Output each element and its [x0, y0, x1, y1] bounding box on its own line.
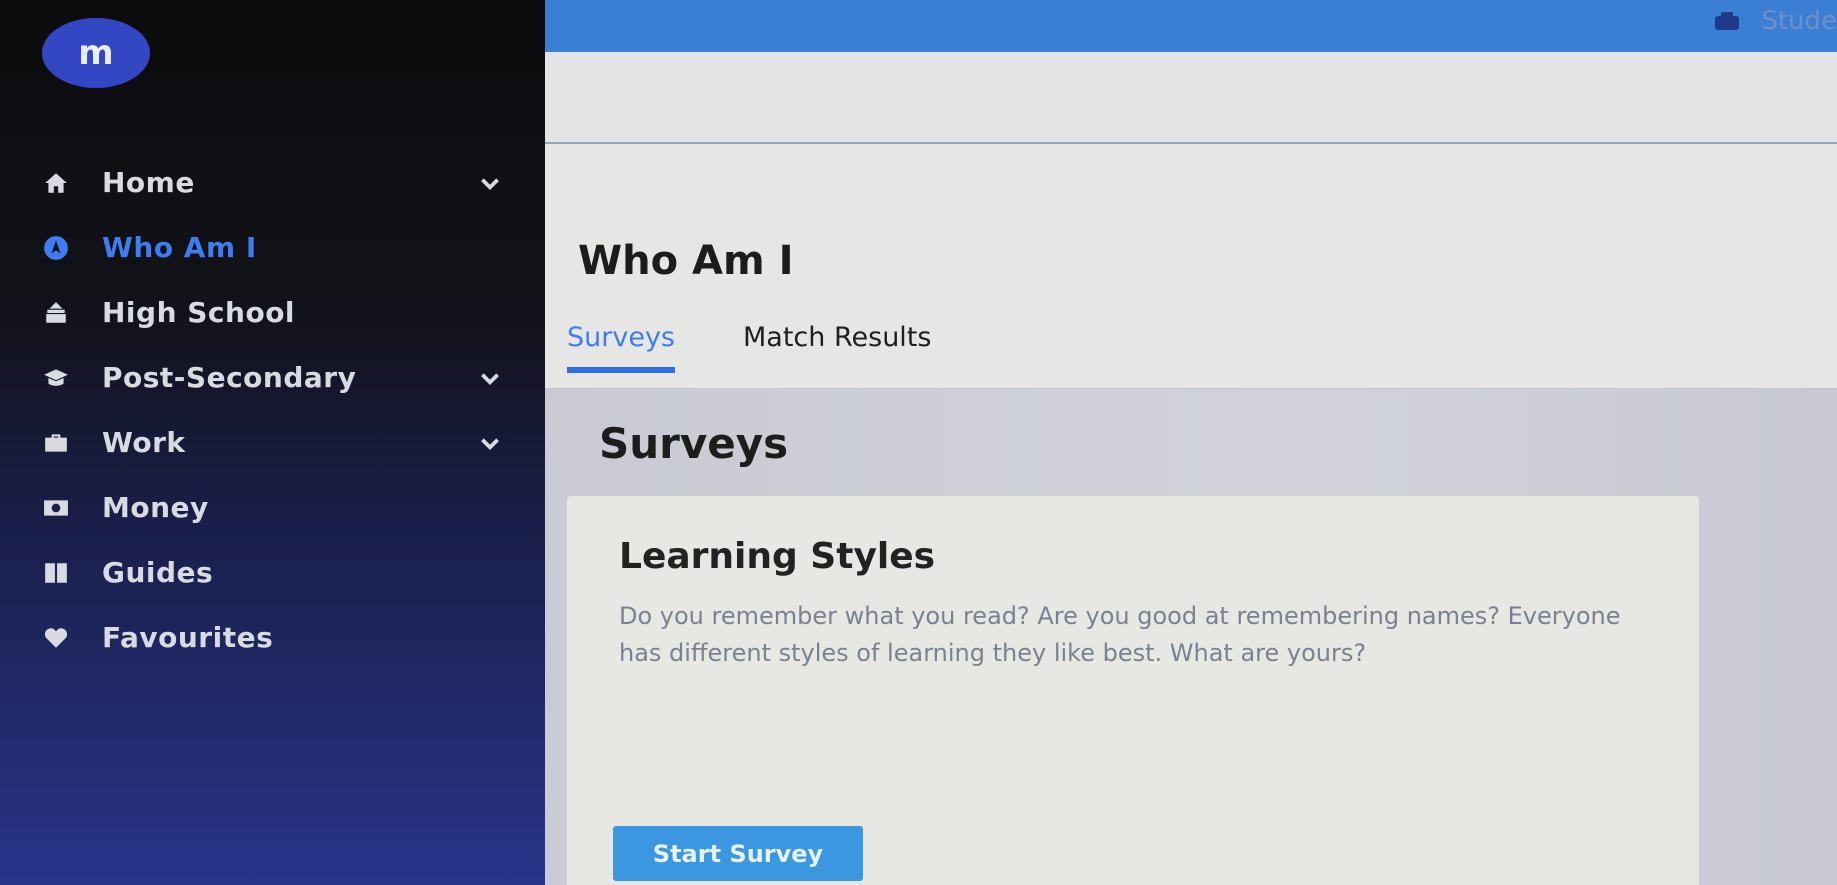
tab-match-results[interactable]: Match Results: [743, 322, 931, 373]
user-menu[interactable]: Stude: [1713, 6, 1837, 36]
student-icon: [1715, 12, 1740, 30]
money-icon: [40, 492, 72, 524]
sidebar-item-guides[interactable]: Guides: [0, 540, 545, 605]
page-title: Who Am I: [578, 238, 794, 284]
school-icon: [40, 297, 72, 329]
sidebar-item-high-school[interactable]: High School: [0, 280, 545, 345]
compass-icon: [40, 232, 72, 264]
section-title: Surveys: [599, 419, 789, 468]
sidebar-item-label: Favourites: [102, 621, 274, 654]
chevron-down-icon[interactable]: [477, 430, 503, 456]
sidebar-item-label: Guides: [102, 556, 214, 589]
sidebar-item-post-secondary[interactable]: Post-Secondary: [0, 345, 545, 410]
heart-icon: [40, 622, 72, 654]
graduation-cap-icon: [40, 362, 72, 394]
tab-bar: Surveys Match Results: [567, 322, 999, 373]
user-label: Stude: [1761, 6, 1837, 36]
logo-icon[interactable]: m: [42, 18, 150, 88]
book-icon: [40, 557, 72, 589]
page-header: Who Am I Surveys Match Results: [545, 144, 1837, 389]
survey-card-title: Learning Styles: [619, 536, 936, 577]
sidebar-item-work[interactable]: Work: [0, 410, 545, 475]
sidebar-item-label: Who Am I: [102, 231, 257, 264]
chevron-down-icon[interactable]: [477, 170, 503, 196]
header-band: [545, 52, 1837, 144]
sidebar-item-home[interactable]: Home: [0, 150, 545, 215]
sidebar-nav: Home Who Am I High School Post-Secondary: [0, 150, 545, 670]
sidebar-item-favourites[interactable]: Favourites: [0, 605, 545, 670]
sidebar-item-label: Money: [102, 491, 209, 524]
home-icon: [40, 167, 72, 199]
sidebar-item-label: High School: [102, 296, 296, 329]
sidebar: m Home Who Am I High School Post-Seconda…: [0, 0, 545, 885]
survey-card: Learning Styles Do you remember what you…: [567, 496, 1699, 885]
briefcase-icon: [40, 427, 72, 459]
survey-card-description: Do you remember what you read? Are you g…: [619, 602, 1621, 667]
sidebar-item-who-am-i[interactable]: Who Am I: [0, 215, 545, 280]
start-survey-button[interactable]: Start Survey: [613, 826, 863, 881]
main-content: Stude Who Am I Surveys Match Results Sur…: [545, 0, 1837, 885]
sidebar-item-label: Home: [102, 166, 195, 199]
sidebar-item-label: Post-Secondary: [102, 361, 357, 394]
chevron-down-icon[interactable]: [477, 365, 503, 391]
top-bar: Stude: [545, 0, 1837, 52]
sidebar-item-money[interactable]: Money: [0, 475, 545, 540]
surveys-panel: Surveys Learning Styles Do you remember …: [545, 389, 1837, 885]
sidebar-item-label: Work: [102, 426, 186, 459]
tab-surveys[interactable]: Surveys: [567, 322, 675, 373]
